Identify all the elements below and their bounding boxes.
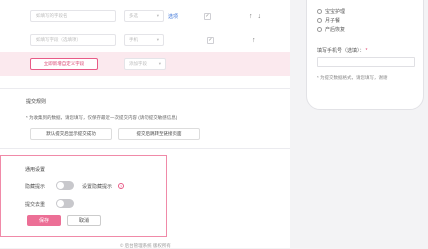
phone-field-label-text: 填写手机号（选填）： <box>317 48 365 54</box>
submit-rules-hint: * 为收集到的数据，请您填写，仅保存最近一次提交内容 (请勿提交敏感信息) <box>26 115 178 120</box>
move-up-icon[interactable]: ↑ <box>249 13 253 20</box>
phone-field-label: 填写手机号（选填）： * <box>317 47 368 55</box>
toggle-knob <box>57 200 64 207</box>
add-field-type-placeholder: 添加字段 <box>129 61 147 66</box>
submit-success-option[interactable]: 默认提交后显示提交成功 <box>30 128 112 140</box>
option-item[interactable]: 宝宝护理 <box>317 8 345 15</box>
general-settings-panel: 通用设置 隐藏提示 设置隐藏提示 ? 提交去重 保存 取消 <box>0 155 167 237</box>
cancel-button[interactable]: 取消 <box>67 215 101 226</box>
required-checkbox[interactable]: ✓ <box>207 36 214 44</box>
phone-note-text: * 为提交数据格式，请您填写，谢谢 <box>317 75 388 80</box>
dedupe-label: 提交去重 <box>25 202 46 208</box>
save-button[interactable]: 保存 <box>27 215 61 226</box>
field-type-select[interactable]: 手机 ▾ <box>124 34 164 46</box>
set-hide-tips-label: 设置隐藏提示 <box>82 184 113 190</box>
footer-text: © 后台管理系统 版权所有 <box>120 243 171 248</box>
divider <box>0 148 290 149</box>
option-item[interactable]: 月子餐 <box>317 17 340 24</box>
help-icon-glyph: ? <box>119 183 123 189</box>
edit-options-link[interactable]: 选项 <box>168 13 178 20</box>
main-panel: 如填写的字段名 多选 ▾ 选项 ✓ ↑ ↓ 如填写字段（选填项） 手机 ▾ ✓ … <box>0 0 290 248</box>
option-label: 产后恢复 <box>325 27 346 33</box>
phone-preview: 宝宝护理 月子餐 产后恢复 填写手机号（选填）： * * 为提交数据格式，请您填… <box>306 0 424 110</box>
chevron-down-icon: ▾ <box>156 37 159 42</box>
required-mark: * <box>365 47 368 54</box>
check-icon: ✓ <box>205 13 210 19</box>
add-custom-field-button[interactable]: 立即新增自定义字段 <box>30 58 98 70</box>
add-field-type-select[interactable]: 添加字段 ▾ <box>124 58 166 70</box>
option-label: 宝宝护理 <box>325 9 346 15</box>
divider <box>0 88 290 89</box>
option-item[interactable]: 产后恢复 <box>317 26 345 33</box>
check-icon: ✓ <box>208 37 213 43</box>
toggle-knob <box>57 182 64 189</box>
field-type-value: 多选 <box>129 13 138 18</box>
radio-icon <box>317 18 322 23</box>
submit-redirect-option[interactable]: 提交后跳转至链接页面 <box>118 128 200 140</box>
hide-tips-toggle[interactable] <box>56 181 74 190</box>
chevron-down-icon: ▾ <box>158 61 161 66</box>
settings-title: 通用设置 <box>25 167 46 173</box>
help-icon[interactable]: ? <box>118 183 124 189</box>
radio-icon <box>317 27 322 32</box>
dedupe-toggle[interactable] <box>56 199 74 208</box>
phone-number-input[interactable] <box>317 57 415 67</box>
move-down-icon[interactable]: ↓ <box>258 13 262 20</box>
field-row-1: 如填写的字段名 多选 ▾ 选项 ✓ ↑ ↓ <box>30 8 261 24</box>
radio-icon <box>317 9 322 14</box>
move-up-icon[interactable]: ↑ <box>252 37 256 44</box>
field-name-input[interactable]: 如填写的字段名 <box>30 10 116 22</box>
submit-rules-title: 提交规则 <box>26 99 47 105</box>
field-type-value: 手机 <box>129 37 138 42</box>
add-field-row: 立即新增自定义字段 添加字段 ▾ <box>30 56 166 72</box>
hide-tips-label: 隐藏提示 <box>25 184 46 190</box>
chevron-down-icon: ▾ <box>156 13 159 18</box>
required-checkbox[interactable]: ✓ <box>204 12 212 20</box>
field-name-input[interactable]: 如填写字段（选填项） <box>30 34 116 46</box>
field-row-2: 如填写字段（选填项） 手机 ▾ ✓ ↑ <box>30 32 256 48</box>
option-label: 月子餐 <box>325 18 341 24</box>
field-type-select[interactable]: 多选 ▾ <box>124 10 164 22</box>
phone-note: * 为提交数据格式，请您填写，谢谢 <box>317 75 388 81</box>
